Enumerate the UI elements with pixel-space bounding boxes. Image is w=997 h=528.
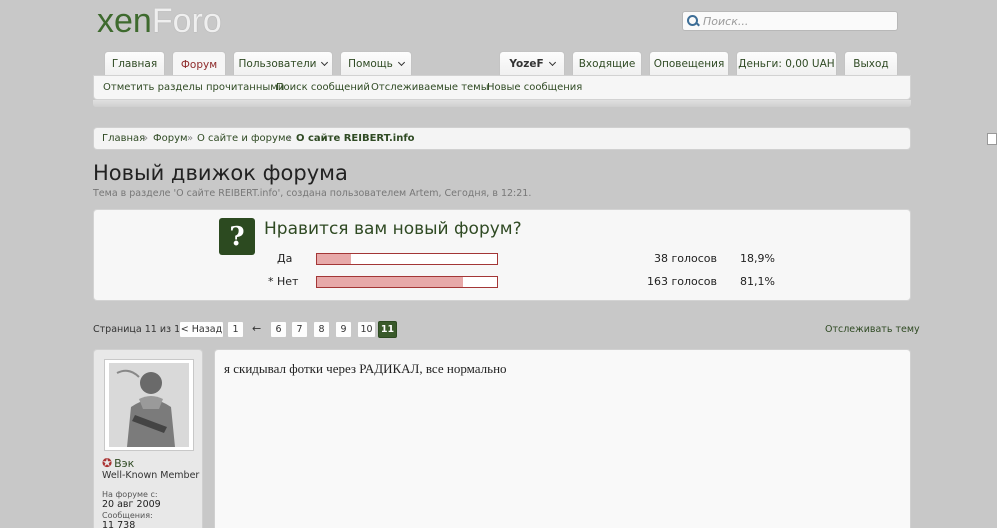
chevron-down-icon: [321, 58, 329, 66]
page-title: Новый движок форума: [93, 161, 348, 185]
subnav-bottom-bar: [93, 100, 911, 107]
poll-option-label: * Нет: [268, 275, 299, 288]
search-input[interactable]: [703, 14, 883, 28]
tab-money[interactable]: Деньги: 0,00 UAH: [736, 51, 837, 75]
poll-votes: 163 голосов: [646, 275, 717, 288]
chevron-down-icon: [548, 58, 556, 66]
chevron-down-icon: [397, 58, 405, 66]
search-box[interactable]: [682, 11, 898, 31]
tab-help[interactable]: Помощь: [340, 51, 412, 75]
page-link[interactable]: 8: [313, 321, 330, 338]
question-icon: ?: [219, 218, 255, 255]
tab-logout[interactable]: Выход: [844, 51, 898, 75]
thread-meta: Тема в разделе 'О сайте REIBERT.info', с…: [93, 188, 532, 199]
breadcrumb-forum[interactable]: Форум: [153, 133, 188, 144]
prev-page-button[interactable]: < Назад: [179, 321, 224, 338]
search-icon: [687, 15, 699, 27]
page-link[interactable]: 1: [227, 321, 244, 338]
breadcrumb-about[interactable]: О сайте и форуме: [197, 133, 292, 144]
poll-bar: [316, 276, 498, 288]
joined-date: 20 авг 2009: [102, 499, 161, 510]
page-indicator: Страница 11 из 11: [93, 324, 187, 335]
post-author-title: Well-Known Member: [102, 470, 200, 481]
poll-option-label: Да: [277, 252, 293, 265]
star-icon: ✪: [102, 456, 113, 470]
tab-users[interactable]: Пользователи: [233, 51, 333, 75]
tab-inbox[interactable]: Входящие: [572, 51, 642, 75]
page-link[interactable]: 7: [291, 321, 308, 338]
current-page: 11: [378, 321, 397, 338]
breadcrumb: Главная » Форум » О сайте и форуме » О с…: [93, 127, 997, 150]
post-author-name[interactable]: ✪ Вэк: [102, 456, 134, 470]
post-text: я скидывал фотки через РАДИКАЛ, все норм…: [224, 361, 507, 376]
messages-label: Сообщения:: [102, 511, 153, 520]
poll-bar-fill: [317, 254, 352, 264]
poll-box: ? Нравится вам новый форум? Да 38 голосо…: [93, 209, 911, 301]
tab-alerts[interactable]: Оповещения: [649, 51, 729, 75]
messages-count: 11 738: [102, 520, 136, 528]
avatar[interactable]: [104, 359, 194, 451]
post-author-panel: ✪ Вэк Well-Known Member На форуме с: 20 а…: [93, 349, 203, 528]
subnav-watched-threads[interactable]: Отслеживаемые темы: [371, 82, 489, 93]
tab-user-menu[interactable]: YozeF: [499, 51, 565, 75]
poll-votes: 38 голосов: [653, 252, 717, 265]
poll-bar: [316, 253, 498, 265]
page-link[interactable]: 9: [335, 321, 352, 338]
poll-percent: 81,1%: [740, 275, 775, 288]
watch-thread-link[interactable]: Отслеживать тему: [825, 324, 920, 335]
page-link[interactable]: 10: [357, 321, 376, 338]
post-message: я скидывал фотки через РАДИКАЛ, все норм…: [214, 349, 911, 528]
poll-question: Нравится вам новый форум?: [264, 219, 522, 239]
tab-home[interactable]: Главная: [104, 51, 165, 75]
page-link[interactable]: 6: [270, 321, 287, 338]
subnav-new-posts[interactable]: Новые сообщения: [487, 82, 582, 93]
rss-icon[interactable]: [987, 133, 997, 145]
breadcrumb-current[interactable]: О сайте REIBERT.info: [296, 133, 415, 144]
site-logo[interactable]: xenForo: [97, 2, 222, 41]
subnav-search-posts[interactable]: Поиск сообщений: [276, 82, 370, 93]
tab-forum[interactable]: Форум: [172, 51, 226, 77]
breadcrumb-home[interactable]: Главная: [102, 133, 145, 144]
subnav-mark-read[interactable]: Отметить разделы прочитанными: [103, 82, 284, 93]
avatar-image: [109, 363, 189, 447]
sub-navigation: Отметить разделы прочитанными Поиск сооб…: [93, 75, 911, 100]
poll-bar-fill: [317, 277, 463, 287]
joined-label: На форуме с:: [102, 490, 158, 499]
pagination-gap: ←: [252, 322, 262, 335]
poll-percent: 18,9%: [740, 252, 775, 265]
